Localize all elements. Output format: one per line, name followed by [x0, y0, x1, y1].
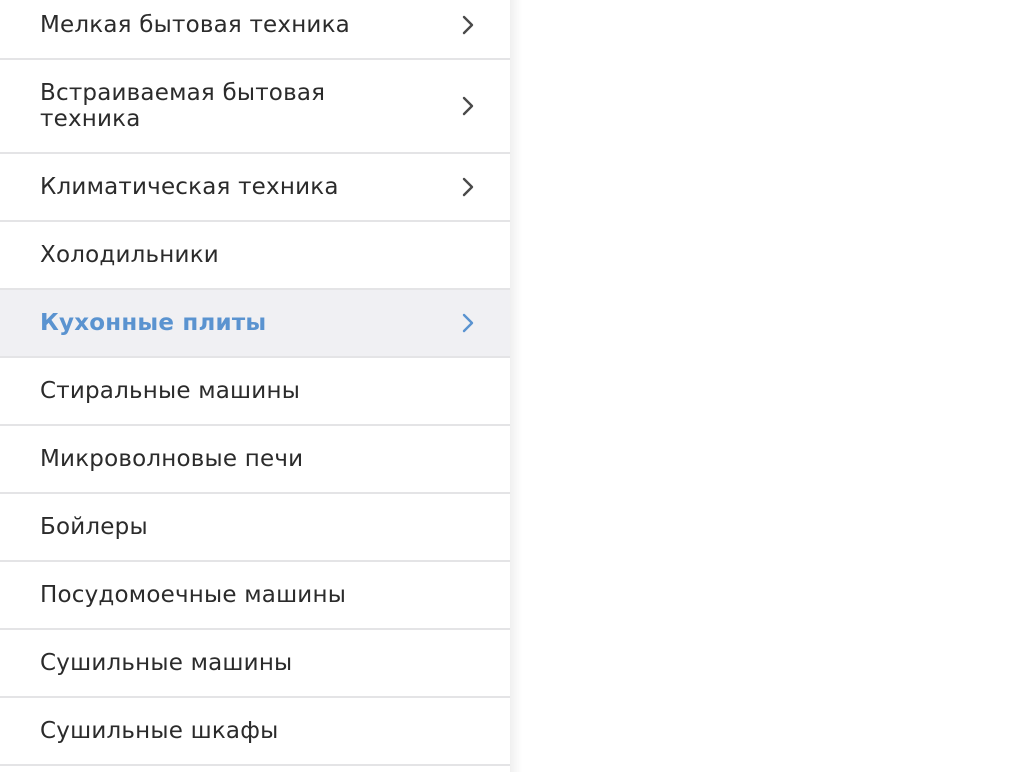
menu-item-label: Холодильники — [40, 242, 219, 268]
menu-item-label: Сушильные шкафы — [40, 718, 279, 744]
menu-item-dishwashers[interactable]: Посудомоечные машины — [0, 562, 510, 630]
menu-item-label: Климатическая техника — [40, 174, 339, 200]
chevron-right-icon — [460, 95, 476, 117]
menu-item-climate-appliances[interactable]: Климатическая техника — [0, 154, 510, 222]
menu-item-washing-machines[interactable]: Стиральные машины — [0, 358, 510, 426]
category-menu: Мелкая бытовая техника Встраиваемая быто… — [0, 0, 510, 766]
menu-item-dryers[interactable]: Сушильные машины — [0, 630, 510, 698]
menu-item-label: Посудомоечные машины — [40, 582, 347, 608]
menu-item-drying-cabinets[interactable]: Сушильные шкафы — [0, 698, 510, 766]
menu-item-label: Кухонные плиты — [40, 310, 267, 336]
menu-item-label: Стиральные машины — [40, 378, 301, 404]
menu-item-boilers[interactable]: Бойлеры — [0, 494, 510, 562]
menu-item-label: Сушильные машины — [40, 650, 293, 676]
menu-item-refrigerators[interactable]: Холодильники — [0, 222, 510, 290]
menu-shadow — [510, 0, 522, 772]
menu-item-microwave-ovens[interactable]: Микроволновые печи — [0, 426, 510, 494]
page: Мелкая бытовая техника Встраиваемая быто… — [0, 0, 1014, 772]
chevron-right-icon — [460, 14, 476, 36]
menu-item-small-appliances[interactable]: Мелкая бытовая техника — [0, 0, 510, 60]
menu-item-label: Мелкая бытовая техника — [40, 12, 350, 38]
menu-item-label: Бойлеры — [40, 514, 148, 540]
menu-item-built-in-appliances[interactable]: Встраиваемая бытовая техника — [0, 60, 510, 154]
chevron-right-icon — [460, 312, 476, 334]
menu-item-kitchen-stoves[interactable]: Кухонные плиты — [0, 290, 510, 358]
menu-item-label: Встраиваемая бытовая техника — [40, 80, 326, 132]
chevron-right-icon — [460, 176, 476, 198]
menu-item-label: Микроволновые печи — [40, 446, 304, 472]
